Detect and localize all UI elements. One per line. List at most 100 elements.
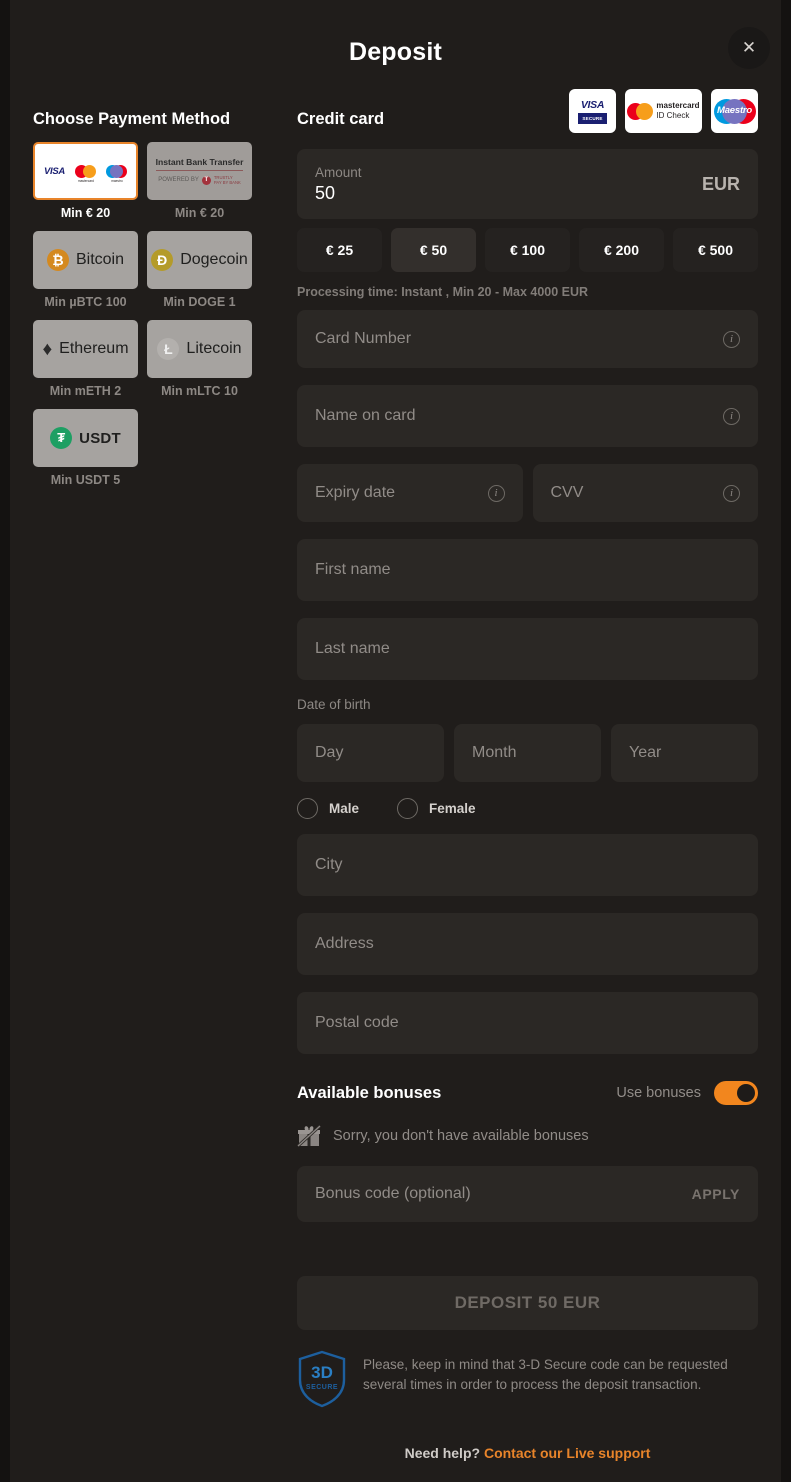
dob-year-field[interactable]: Year xyxy=(611,724,758,782)
usdt-tile[interactable]: ₮ USDT xyxy=(33,409,138,467)
quick-amount-500[interactable]: € 500 xyxy=(673,228,758,272)
3d-secure-icon: 3D SECURE xyxy=(297,1350,347,1408)
payment-method-min: Min USDT 5 xyxy=(50,473,121,487)
no-bonuses-row: Sorry, you don't have available bonuses xyxy=(296,1124,758,1148)
cvv-field[interactable]: CVV i xyxy=(532,464,758,522)
info-icon[interactable]: i xyxy=(723,484,740,502)
name-on-card-field[interactable]: Name on card i xyxy=(297,385,758,447)
info-icon[interactable]: i xyxy=(723,407,740,425)
use-bonuses-toggle[interactable] xyxy=(714,1081,758,1105)
payment-method-min: Min mETH 2 xyxy=(49,384,122,398)
bonus-code-placeholder: Bonus code (optional) xyxy=(315,1185,471,1202)
quick-amount-100[interactable]: € 100 xyxy=(485,228,570,272)
close-icon[interactable]: ✕ xyxy=(728,27,770,69)
maestro-badge: Maestro xyxy=(711,89,758,133)
deposit-button[interactable]: DEPOSIT 50 EUR xyxy=(297,1276,758,1330)
live-support-link[interactable]: Contact our Live support xyxy=(484,1445,650,1461)
bitcoin-tile[interactable]: ₿ Bitcoin xyxy=(33,231,138,289)
payment-method-dogecoin[interactable]: Ð Dogecoin Min DOGE 1 xyxy=(147,231,252,320)
svg-text:3D: 3D xyxy=(311,1363,333,1382)
litecoin-tile[interactable]: Ł Litecoin xyxy=(147,320,252,378)
payment-method-min: Min € 20 xyxy=(174,206,225,220)
expiry-date-field[interactable]: Expiry date i xyxy=(297,464,523,522)
gift-disabled-icon xyxy=(296,1124,322,1148)
address-field[interactable]: Address xyxy=(297,913,758,975)
postal-code-field[interactable]: Postal code xyxy=(297,992,758,1054)
payment-method-instant-bank-transfer[interactable]: Instant Bank Transfer POWERED BY T TRUST… xyxy=(147,142,252,231)
apply-bonus-button[interactable]: APPLY xyxy=(692,1186,740,1202)
quick-amount-50[interactable]: € 50 xyxy=(391,228,476,272)
card-number-field[interactable]: Card Number i xyxy=(297,310,758,368)
choose-payment-method-heading: Choose Payment Method xyxy=(33,110,231,128)
page-title: Deposit xyxy=(348,38,443,66)
gender-radio-group: Male Female xyxy=(297,798,758,819)
radio-icon[interactable] xyxy=(397,798,419,819)
payment-method-litecoin[interactable]: Ł Litecoin Min mLTC 10 xyxy=(147,320,252,409)
deposit-form-column: Credit card VISA SECURE mastercard ID Ch… xyxy=(278,85,758,1461)
dogecoin-tile[interactable]: Ð Dogecoin xyxy=(147,231,252,289)
dob-month-field[interactable]: Month xyxy=(454,724,601,782)
ethereum-icon: ♦ xyxy=(42,338,53,360)
mastercard-id-check-badge: mastercard ID Check xyxy=(625,89,702,133)
payment-method-min: Min DOGE 1 xyxy=(163,295,236,309)
payment-method-ethereum[interactable]: ♦ Ethereum Min mETH 2 xyxy=(33,320,138,409)
info-icon[interactable]: i xyxy=(723,330,740,348)
date-of-birth-row: Day Month Year xyxy=(297,724,758,782)
deposit-modal: Deposit ✕ Choose Payment Method VISA mas… xyxy=(0,0,791,1482)
visa-secure-badge: VISA SECURE xyxy=(569,89,616,133)
payment-method-min: Min µBTC 100 xyxy=(44,295,127,309)
trustly-brand-label: TRUSTLY PAY BY BANK xyxy=(213,174,241,185)
dogecoin-icon: Ð xyxy=(151,249,174,271)
address-placeholder: Address xyxy=(315,935,374,952)
ethereum-tile[interactable]: ♦ Ethereum xyxy=(33,320,138,378)
id-check-label: ID Check xyxy=(656,111,690,120)
payment-method-usdt[interactable]: ₮ USDT Min USDT 5 xyxy=(33,409,138,498)
gender-option-female[interactable]: Female xyxy=(397,798,514,819)
bank-transfer-label: Instant Bank Transfer xyxy=(155,157,244,171)
quick-amount-200[interactable]: € 200 xyxy=(579,228,664,272)
credit-card-tile[interactable]: VISA mastercard maestro xyxy=(33,142,138,200)
cvv-placeholder: CVV xyxy=(550,484,584,501)
help-row: Need help? Contact our Live support xyxy=(297,1445,758,1461)
gender-male-label: Male xyxy=(329,801,360,816)
card-number-placeholder: Card Number xyxy=(315,330,412,347)
city-placeholder: City xyxy=(315,856,343,873)
info-icon[interactable]: i xyxy=(487,484,505,502)
maestro-wordmark: Maestro xyxy=(716,104,753,116)
gender-option-male[interactable]: Male xyxy=(297,798,397,819)
usdt-icon: ₮ xyxy=(50,427,73,449)
payment-method-bitcoin[interactable]: ₿ Bitcoin Min µBTC 100 xyxy=(33,231,138,320)
bonus-code-field[interactable]: Bonus code (optional) APPLY xyxy=(297,1166,758,1222)
processing-time-note: Processing time: Instant , Min 20 - Max … xyxy=(297,285,589,299)
no-bonuses-text: Sorry, you don't have available bonuses xyxy=(333,1128,589,1144)
litecoin-icon: Ł xyxy=(157,338,180,360)
amount-input[interactable]: Amount 50 EUR xyxy=(297,149,758,219)
dob-day-field[interactable]: Day xyxy=(297,724,444,782)
instant-bank-transfer-tile[interactable]: Instant Bank Transfer POWERED BY T TRUST… xyxy=(147,142,252,200)
dob-year-placeholder: Year xyxy=(629,744,662,761)
card-brand-logos: VISA SECURE mastercard ID Check Maestro xyxy=(569,89,758,135)
mastercard-icon: mastercard xyxy=(74,164,96,183)
modal-header: Deposit ✕ xyxy=(10,0,781,85)
radio-icon[interactable] xyxy=(297,798,318,819)
amount-label: Amount xyxy=(315,164,362,180)
payment-method-column: Choose Payment Method VISA mastercard ma… xyxy=(33,85,278,1461)
quick-amount-25[interactable]: € 25 xyxy=(297,228,382,272)
last-name-placeholder: Last name xyxy=(315,640,390,657)
modal-body: Choose Payment Method VISA mastercard ma… xyxy=(10,85,781,1461)
visa-icon: VISA xyxy=(44,165,65,177)
first-name-field[interactable]: First name xyxy=(297,539,758,601)
powered-by-label: POWERED BY xyxy=(158,177,199,183)
use-bonuses-label: Use bonuses xyxy=(616,1085,701,1101)
city-field[interactable]: City xyxy=(297,834,758,896)
credit-card-heading: Credit card xyxy=(297,110,385,128)
visa-wordmark: VISA xyxy=(580,98,605,111)
usdt-label: USDT xyxy=(79,429,121,447)
trustly-icon: T xyxy=(201,175,211,185)
payment-method-credit-card[interactable]: VISA mastercard maestro Min € 20 xyxy=(33,142,138,231)
expiry-cvv-row: Expiry date i CVV i xyxy=(297,464,758,539)
last-name-field[interactable]: Last name xyxy=(297,618,758,680)
currency-label: EUR xyxy=(701,173,740,194)
postal-code-placeholder: Postal code xyxy=(315,1014,399,1031)
name-on-card-placeholder: Name on card xyxy=(315,407,416,424)
